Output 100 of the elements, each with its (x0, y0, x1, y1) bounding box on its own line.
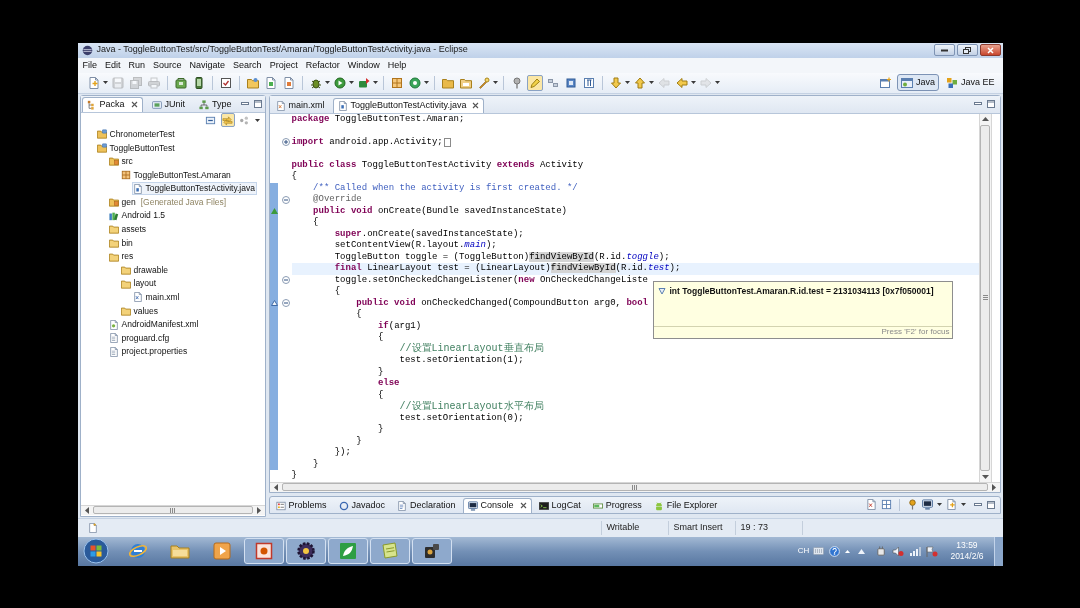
scrollbar-thumb[interactable] (281, 483, 988, 491)
show-desktop-button[interactable] (993, 536, 1003, 566)
tree-item[interactable]: ToggleButtonTest.Amaran (119, 168, 233, 182)
monitor-icon[interactable] (921, 499, 933, 510)
window-plus-icon[interactable] (879, 76, 892, 89)
scroll-up-arrow-icon[interactable] (981, 116, 989, 121)
menu-item[interactable]: Run (126, 58, 148, 72)
tree-item[interactable]: drawable (119, 263, 170, 277)
perspective-button[interactable]: Java EE (941, 74, 999, 91)
tree-item[interactable]: assets (107, 222, 149, 236)
taskbar-button[interactable] (411, 538, 452, 564)
tab[interactable]: Console (462, 497, 532, 513)
tree-item[interactable]: src (107, 155, 135, 168)
tree-item[interactable]: main.xml (131, 290, 182, 304)
dropdown-caret-icon[interactable] (492, 81, 498, 84)
close-icon[interactable] (472, 102, 480, 109)
maximize-icon[interactable] (253, 99, 262, 108)
tree-item[interactable]: Android 1.5 (107, 209, 167, 223)
minimize-button[interactable] (933, 44, 955, 56)
signal-bars-icon[interactable] (909, 546, 922, 556)
tab[interactable]: Progress (587, 497, 647, 513)
dropdown-caret-icon[interactable] (372, 81, 378, 84)
grid-icon[interactable] (880, 499, 892, 510)
horizontal-scrollbar[interactable] (269, 481, 1000, 492)
restore-button[interactable] (956, 44, 978, 56)
dropdown-caret-icon[interactable] (960, 503, 966, 506)
tab[interactable]: Packa (81, 96, 143, 112)
tree-item[interactable]: AndroidManifest.xml (107, 318, 201, 332)
tree-item[interactable]: ToggleButtonTest (95, 141, 177, 155)
tab[interactable]: Declaration (392, 497, 461, 513)
tree-item[interactable]: bin (107, 236, 135, 250)
menu-item[interactable]: Refactor (303, 58, 342, 72)
minimize-icon[interactable] (240, 101, 249, 106)
keyboard-icon[interactable] (813, 547, 825, 555)
tree-item[interactable]: res (107, 250, 136, 264)
close-icon[interactable] (519, 502, 527, 509)
menu-item[interactable]: File (80, 58, 99, 72)
scroll-down-arrow-icon[interactable] (981, 474, 989, 479)
scroll-right-arrow-icon[interactable] (991, 483, 996, 491)
scrollbar-thumb[interactable] (92, 506, 253, 514)
speaker-muted-icon[interactable] (892, 545, 905, 557)
dropdown-caret-icon[interactable] (324, 81, 330, 84)
close-button[interactable] (979, 44, 1001, 56)
dropdown-caret-icon[interactable] (936, 503, 942, 506)
dropdown-caret-icon[interactable] (714, 81, 720, 84)
horizontal-scrollbar[interactable] (80, 504, 265, 515)
dropdown-caret-icon[interactable] (423, 81, 429, 84)
plug-icon[interactable] (876, 545, 888, 557)
double-arrow-button[interactable] (220, 113, 235, 127)
maximize-icon[interactable] (986, 100, 995, 108)
tab[interactable]: LogCat (533, 497, 586, 513)
dropdown-caret-icon[interactable] (102, 81, 108, 84)
menu-item[interactable]: Project (267, 58, 300, 72)
close-icon[interactable] (130, 101, 138, 108)
plus-circle-icon[interactable] (281, 138, 290, 147)
tree-item[interactable]: ToggleButtonTestActivity.java (131, 182, 257, 196)
scroll-left-arrow-icon[interactable] (84, 506, 89, 514)
page-icon[interactable] (865, 499, 877, 510)
menu-item[interactable]: Help (385, 58, 409, 72)
tab[interactable]: ToggleButtonTestActivity.java (332, 97, 485, 113)
maximize-icon[interactable] (986, 500, 995, 509)
tab[interactable]: File Explorer (648, 497, 723, 513)
pin-icon[interactable] (906, 499, 918, 510)
tree-item[interactable]: layout (119, 277, 159, 291)
tree-item[interactable]: gen [Generated Java Files] (107, 195, 229, 209)
minimize-icon[interactable] (973, 502, 982, 507)
tab[interactable]: Type (194, 96, 237, 112)
scroll-left-arrow-icon[interactable] (273, 483, 278, 491)
tree-item[interactable]: ChronometerTest (95, 127, 177, 141)
tab[interactable]: Javadoc (333, 497, 391, 513)
perspective-button[interactable]: Java (896, 74, 939, 91)
tree-item[interactable]: proguard.cfg (107, 331, 172, 345)
minus-circle-icon[interactable] (281, 299, 290, 308)
minus-circle-icon[interactable] (281, 276, 290, 285)
dropdown-caret-icon[interactable] (348, 81, 354, 84)
menu-item[interactable]: Window (345, 58, 382, 72)
menu-item[interactable]: Navigate (187, 58, 228, 72)
view-menu-caret-icon[interactable] (254, 118, 260, 122)
taskbar-button[interactable] (285, 538, 326, 564)
help-icon[interactable] (829, 545, 841, 557)
minus-circle-icon[interactable] (281, 195, 290, 204)
small-caret-icon[interactable] (845, 549, 851, 553)
menu-item[interactable]: Search (231, 58, 264, 72)
flag-icon[interactable] (926, 545, 939, 557)
menu-item[interactable]: Edit (103, 58, 123, 72)
dropdown-caret-icon[interactable] (690, 81, 696, 84)
dropdown-caret-icon[interactable] (624, 81, 630, 84)
dropdown-caret-icon[interactable] (648, 81, 654, 84)
menu-item[interactable]: Source (151, 58, 184, 72)
tree-item[interactable]: values (119, 304, 161, 318)
minimize-icon[interactable] (973, 102, 982, 106)
start-orb-icon[interactable] (82, 538, 109, 564)
vertical-scrollbar[interactable] (978, 113, 991, 482)
tab[interactable]: main.xml (270, 97, 330, 113)
clock[interactable]: 13:59 2014/2/6 (950, 540, 984, 562)
scrollbar-thumb[interactable] (980, 124, 990, 471)
tree-item[interactable]: project.properties (107, 345, 190, 359)
tab[interactable]: Problems (270, 497, 332, 513)
scroll-right-arrow-icon[interactable] (256, 506, 261, 514)
tab[interactable]: JUnit (146, 96, 191, 112)
